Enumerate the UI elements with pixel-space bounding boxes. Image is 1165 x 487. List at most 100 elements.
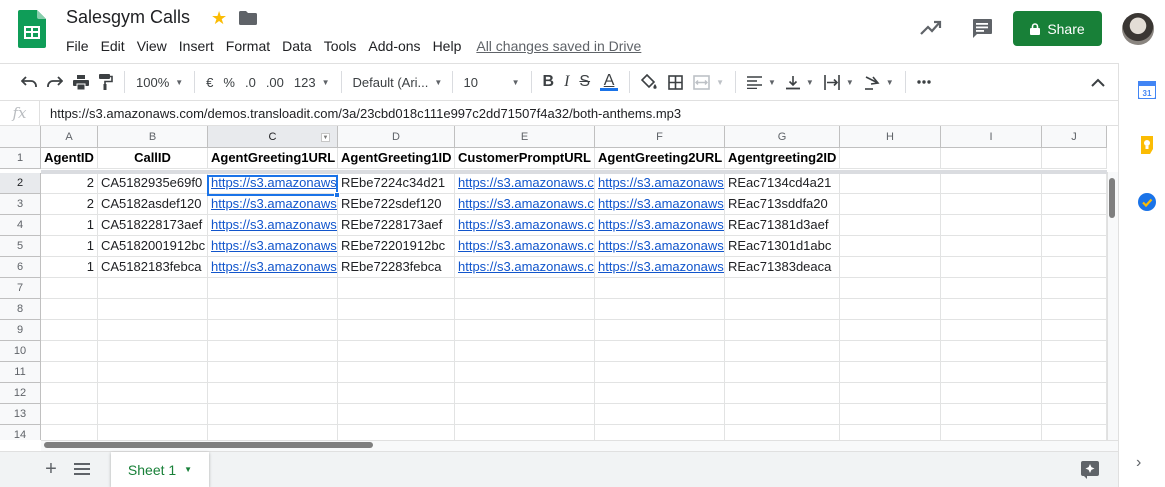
horizontal-align-button[interactable]: ▼: [742, 70, 781, 94]
borders-button[interactable]: [663, 70, 688, 94]
currency-format-button[interactable]: €: [201, 70, 218, 94]
empty-cell[interactable]: [1042, 236, 1107, 257]
data-cell[interactable]: https://s3.amazonaws.com: [208, 236, 338, 257]
data-cell[interactable]: 1: [41, 215, 98, 236]
frozen-row-divider[interactable]: [41, 170, 1107, 174]
chevron-right-icon[interactable]: ›: [1136, 454, 1141, 472]
row-header[interactable]: 7: [0, 278, 41, 299]
empty-cell[interactable]: [840, 299, 941, 320]
data-cell[interactable]: https://s3.amazonaws.com: [208, 173, 338, 194]
data-cell[interactable]: https://s3.amazonaws.com: [455, 236, 595, 257]
empty-cell[interactable]: [1042, 148, 1107, 169]
empty-cell[interactable]: [941, 320, 1042, 341]
column-menu-icon[interactable]: ▼: [321, 133, 330, 142]
header-cell[interactable]: AgentID: [41, 148, 98, 169]
data-cell[interactable]: REac71301d1abc: [725, 236, 840, 257]
empty-cell[interactable]: [98, 341, 208, 362]
empty-cell[interactable]: [1042, 299, 1107, 320]
menu-edit[interactable]: Edit: [95, 38, 131, 54]
calendar-icon[interactable]: 31: [1137, 80, 1157, 100]
data-cell[interactable]: 2: [41, 173, 98, 194]
empty-cell[interactable]: [455, 320, 595, 341]
data-cell[interactable]: 2: [41, 194, 98, 215]
horizontal-scrollbar-thumb[interactable]: [44, 442, 373, 448]
fill-handle[interactable]: [334, 192, 340, 198]
row-header[interactable]: 6: [0, 257, 41, 278]
empty-cell[interactable]: [98, 299, 208, 320]
empty-cell[interactable]: [941, 383, 1042, 404]
data-cell[interactable]: 1: [41, 236, 98, 257]
row-header[interactable]: 8: [0, 299, 41, 320]
empty-cell[interactable]: [840, 320, 941, 341]
sheets-logo-icon[interactable]: [18, 10, 46, 48]
empty-cell[interactable]: [338, 341, 455, 362]
row-header[interactable]: 14: [0, 425, 41, 440]
column-header-j[interactable]: J: [1042, 126, 1107, 148]
comment-icon[interactable]: [971, 18, 993, 38]
empty-cell[interactable]: [725, 299, 840, 320]
empty-cell[interactable]: [840, 383, 941, 404]
data-cell[interactable]: CA5182935e69f0: [98, 173, 208, 194]
empty-cell[interactable]: [725, 278, 840, 299]
empty-cell[interactable]: [208, 278, 338, 299]
empty-cell[interactable]: [455, 362, 595, 383]
header-cell[interactable]: Agentgreeting2ID: [725, 148, 840, 169]
header-cell[interactable]: CustomerPromptURL: [455, 148, 595, 169]
empty-cell[interactable]: [98, 362, 208, 383]
empty-cell[interactable]: [595, 278, 725, 299]
data-cell[interactable]: https://s3.amazonaws.com: [208, 215, 338, 236]
data-cell[interactable]: CA5182183febca: [98, 257, 208, 278]
fill-color-button[interactable]: [636, 70, 663, 94]
data-cell[interactable]: https://s3.amazonaws.com: [595, 215, 725, 236]
empty-cell[interactable]: [208, 341, 338, 362]
empty-cell[interactable]: [208, 299, 338, 320]
empty-cell[interactable]: [41, 404, 98, 425]
vertical-scrollbar-thumb[interactable]: [1109, 178, 1115, 218]
empty-cell[interactable]: [338, 362, 455, 383]
column-header-h[interactable]: H: [840, 126, 941, 148]
empty-cell[interactable]: [595, 404, 725, 425]
empty-cell[interactable]: [1042, 383, 1107, 404]
column-header-d[interactable]: D: [338, 126, 455, 148]
empty-cell[interactable]: [941, 404, 1042, 425]
font-size-select[interactable]: 10 ▼: [459, 70, 525, 94]
empty-cell[interactable]: [1042, 173, 1107, 194]
empty-cell[interactable]: [1042, 257, 1107, 278]
star-icon[interactable]: ★: [211, 8, 227, 29]
empty-cell[interactable]: [338, 278, 455, 299]
empty-cell[interactable]: [338, 404, 455, 425]
empty-cell[interactable]: [208, 320, 338, 341]
data-cell[interactable]: https://s3.amazonaws.com: [595, 257, 725, 278]
folder-icon[interactable]: [239, 11, 257, 25]
empty-cell[interactable]: [98, 320, 208, 341]
empty-cell[interactable]: [840, 173, 941, 194]
merge-cells-button[interactable]: ▼: [688, 70, 729, 94]
row-header[interactable]: 9: [0, 320, 41, 341]
activity-trend-icon[interactable]: [920, 20, 942, 36]
empty-cell[interactable]: [41, 320, 98, 341]
empty-cell[interactable]: [840, 194, 941, 215]
row-header[interactable]: 3: [0, 194, 41, 215]
bold-button[interactable]: B: [538, 70, 560, 94]
empty-cell[interactable]: [338, 320, 455, 341]
text-rotation-button[interactable]: ▼: [859, 70, 899, 94]
row-header[interactable]: 5: [0, 236, 41, 257]
empty-cell[interactable]: [338, 383, 455, 404]
column-header-b[interactable]: B: [98, 126, 208, 148]
data-cell[interactable]: https://s3.amazonaws.com: [455, 215, 595, 236]
empty-cell[interactable]: [595, 383, 725, 404]
empty-cell[interactable]: [41, 362, 98, 383]
empty-cell[interactable]: [840, 148, 941, 169]
empty-cell[interactable]: [1042, 320, 1107, 341]
empty-cell[interactable]: [455, 278, 595, 299]
row-header[interactable]: 12: [0, 383, 41, 404]
save-status-link[interactable]: All changes saved in Drive: [476, 38, 641, 54]
data-cell[interactable]: https://s3.amazonaws.com: [455, 257, 595, 278]
empty-cell[interactable]: [338, 425, 455, 440]
empty-cell[interactable]: [1042, 404, 1107, 425]
empty-cell[interactable]: [840, 257, 941, 278]
empty-cell[interactable]: [208, 425, 338, 440]
empty-cell[interactable]: [840, 362, 941, 383]
empty-cell[interactable]: [595, 425, 725, 440]
data-cell[interactable]: https://s3.amazonaws.com: [455, 173, 595, 194]
